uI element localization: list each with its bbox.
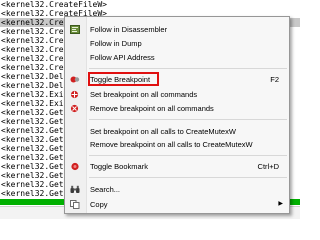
- submenu-arrow-icon: ▶: [278, 201, 283, 207]
- menu-item-remove-breakpoint-all-calls[interactable]: Remove breakpoint on all calls to Create…: [65, 138, 289, 151]
- menu-item-search[interactable]: Search...: [65, 183, 289, 196]
- menu-item-toggle-breakpoint[interactable]: Toggle Breakpoint F2: [65, 72, 289, 86]
- menu-item-copy[interactable]: Copy ▶: [65, 198, 289, 211]
- menu-item-follow-api-address[interactable]: Follow API Address: [65, 51, 289, 64]
- menu-item-shortcut: Ctrl+D: [257, 162, 279, 171]
- menu-separator: [89, 119, 287, 120]
- breakpoint-set-icon: [70, 90, 80, 99]
- menu-item-label: Remove breakpoint on all calls to Create…: [90, 140, 253, 149]
- disassembler-icon: [70, 25, 80, 34]
- bookmark-icon: [70, 162, 80, 171]
- list-row[interactable]: <kernel32.CreateFileW>: [0, 0, 300, 9]
- context-menu: Follow in Disassembler Follow in Dump Fo…: [64, 16, 290, 214]
- breakpoint-toggle-icon: [70, 75, 80, 84]
- menu-item-label: Copy: [90, 200, 108, 209]
- menu-item-label: Remove breakpoint on all commands: [90, 104, 214, 113]
- menu-item-label: Follow in Dump: [90, 39, 142, 48]
- menu-item-set-breakpoint-all-commands[interactable]: Set breakpoint on all commands: [65, 88, 289, 101]
- breakpoint-remove-icon: [70, 104, 80, 113]
- menu-item-toggle-bookmark[interactable]: Toggle Bookmark Ctrl+D: [65, 160, 289, 173]
- menu-item-label: Search...: [90, 185, 121, 194]
- binoculars-icon: [70, 185, 80, 194]
- menu-separator: [89, 68, 287, 69]
- menu-item-label: Follow API Address: [90, 53, 155, 62]
- menu-item-follow-in-dump[interactable]: Follow in Dump: [65, 37, 289, 50]
- menu-item-label: Follow in Disassembler: [90, 25, 168, 34]
- status-bar-green: [0, 199, 70, 205]
- menu-item-label: Toggle Breakpoint: [90, 75, 151, 84]
- menu-item-shortcut: F2: [270, 75, 279, 84]
- menu-item-label: Set breakpoint on all commands: [90, 90, 198, 99]
- menu-item-remove-breakpoint-all-commands[interactable]: Remove breakpoint on all commands: [65, 102, 289, 115]
- menu-item-label: Set breakpoint on all calls to CreateMut…: [90, 127, 236, 136]
- menu-separator: [89, 177, 287, 178]
- menu-item-set-breakpoint-all-calls[interactable]: Set breakpoint on all calls to CreateMut…: [65, 125, 289, 138]
- menu-item-follow-in-disassembler[interactable]: Follow in Disassembler: [65, 23, 289, 36]
- menu-item-label: Toggle Bookmark: [90, 162, 148, 171]
- copy-icon: [70, 200, 80, 209]
- menu-separator: [89, 155, 287, 156]
